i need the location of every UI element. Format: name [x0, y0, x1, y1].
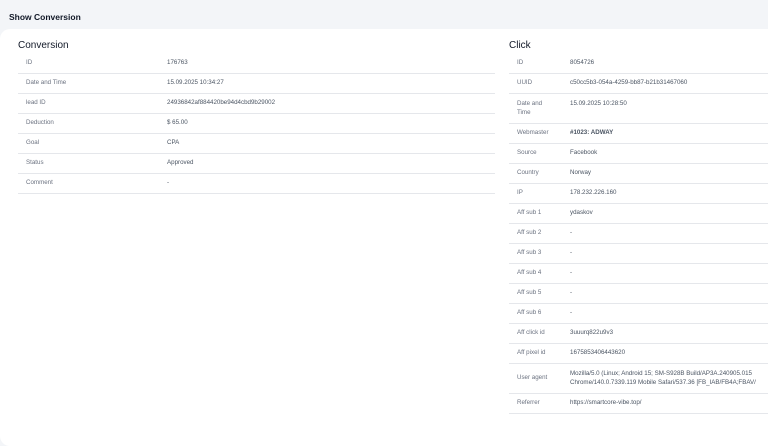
- row-value: 178.232.226.160: [570, 189, 617, 197]
- row-label: Source: [517, 149, 537, 157]
- row-value: 15.09.2025 10:28:50: [570, 100, 627, 107]
- conversion-row-comment: Comment -: [18, 174, 495, 194]
- row-value: -: [570, 269, 573, 277]
- row-label: Aff sub 3: [517, 249, 542, 257]
- row-value: $ 65.00: [167, 119, 188, 127]
- click-row-aff-sub-5: Aff sub 5 -: [509, 284, 768, 304]
- conversion-row-status: Status Approved: [18, 154, 495, 174]
- row-value: -: [570, 309, 573, 317]
- row-label: Aff sub 6: [517, 309, 542, 317]
- click-row-country: Country Norway: [509, 164, 768, 184]
- conversion-title: Conversion: [18, 40, 69, 51]
- click-row-uuid: UUID c50cc5b3-054a-4259-bb87-b21b3146706…: [509, 74, 768, 94]
- row-label: Goal: [26, 139, 40, 147]
- conversion-row-lead-id: lead ID 24936842af884420be94d4cbd9b29002: [18, 94, 495, 114]
- row-value: CPA: [167, 139, 180, 147]
- click-row-user-agent: User agent Mozilla/5.0 (Linux; Android 1…: [509, 364, 768, 394]
- row-label: Webmaster: [517, 129, 549, 137]
- row-label: Status: [26, 159, 44, 167]
- row-label: Referrer: [517, 399, 540, 407]
- click-row-aff-sub-6: Aff sub 6 -: [509, 304, 768, 324]
- click-row-date: Date and Time 15.09.2025 10:28:50: [509, 94, 768, 124]
- row-value: 15.09.2025 10:34:27: [167, 79, 224, 87]
- row-value: -: [167, 179, 170, 187]
- conversion-row-date: Date and Time 15.09.2025 10:34:27: [18, 74, 495, 94]
- click-row-referrer: Referrer https://smartcore-vibe.top/: [509, 394, 768, 414]
- row-value: c50cc5b3-054a-4259-bb87-b21b31467060: [570, 79, 688, 87]
- click-row-aff-sub-2: Aff sub 2 -: [509, 224, 768, 244]
- conversion-section: Conversion ID 176763 Date and Time 15.09…: [18, 40, 495, 194]
- user-agent-line-1: Mozilla/5.0 (Linux; Android 15; SM-S928B…: [570, 370, 752, 377]
- click-row-aff-click-id: Aff click id 3uuurq822u9v3: [509, 324, 768, 344]
- row-label: Aff sub 1: [517, 209, 542, 217]
- row-label: Aff sub 4: [517, 269, 542, 277]
- row-value: Facebook: [570, 149, 598, 157]
- row-value: 176763: [167, 59, 188, 67]
- row-value: 8054726: [570, 59, 595, 67]
- row-value: -: [570, 249, 573, 257]
- row-value: Approved: [167, 159, 194, 167]
- row-label: Country: [517, 169, 539, 177]
- click-row-aff-sub-3: Aff sub 3 -: [509, 244, 768, 264]
- conversion-row-deduction: Deduction $ 65.00: [18, 114, 495, 134]
- click-row-id: ID 8054726: [509, 54, 768, 74]
- row-value: 3uuurq822u9v3: [570, 329, 614, 337]
- click-row-webmaster: Webmaster #1023: ADWAY: [509, 124, 768, 144]
- row-label: IP: [517, 189, 523, 197]
- conversion-row-id: ID 176763: [18, 54, 495, 74]
- user-agent-value: Mozilla/5.0 (Linux; Android 15; SM-S928B…: [570, 370, 756, 387]
- row-value: 24936842af884420be94d4cbd9b29002: [167, 99, 276, 107]
- click-row-aff-sub-1: Aff sub 1 ydaskov: [509, 204, 768, 224]
- click-row-ip: IP 178.232.226.160: [509, 184, 768, 204]
- row-label: Date and Time: [26, 79, 67, 87]
- conversion-row-goal: Goal CPA: [18, 134, 495, 154]
- row-label: Deduction: [26, 119, 54, 127]
- click-title: Click: [509, 40, 531, 51]
- user-agent-line-2: Chrome/140.0.7339.119 Mobile Safari/537.…: [570, 378, 756, 386]
- row-value: ydaskov: [570, 209, 593, 217]
- webmaster-link[interactable]: #1023: ADWAY: [570, 129, 613, 138]
- click-section: Click ID 8054726 UUID c50cc5b3-054a-4259…: [509, 40, 768, 414]
- page-title: Show Conversion: [9, 12, 81, 22]
- row-label: Aff click id: [517, 329, 545, 337]
- row-value: -: [570, 229, 573, 237]
- click-row-aff-pixel-id: Aff pixel id 1675853406443620: [509, 344, 768, 364]
- row-label: Comment: [26, 179, 53, 187]
- click-table: ID 8054726 UUID c50cc5b3-054a-4259-bb87-…: [509, 54, 768, 414]
- row-label: Date and Time: [517, 100, 543, 116]
- row-value: -: [570, 289, 573, 297]
- row-label: Aff sub 5: [517, 289, 542, 297]
- row-label: User agent: [517, 374, 548, 382]
- row-label: lead ID: [26, 99, 46, 107]
- row-value: Norway: [570, 169, 591, 177]
- row-value: 1675853406443620: [570, 349, 626, 357]
- click-row-source: Source Facebook: [509, 144, 768, 164]
- row-label: Aff pixel id: [517, 349, 546, 357]
- conversion-table: ID 176763 Date and Time 15.09.2025 10:34…: [18, 54, 495, 194]
- row-label: ID: [517, 59, 524, 67]
- row-label: ID: [26, 59, 33, 67]
- click-row-aff-sub-4: Aff sub 4 -: [509, 264, 768, 284]
- row-label: UUID: [517, 79, 533, 87]
- row-label: Aff sub 2: [517, 229, 542, 237]
- row-value: https://smartcore-vibe.top/: [570, 399, 642, 407]
